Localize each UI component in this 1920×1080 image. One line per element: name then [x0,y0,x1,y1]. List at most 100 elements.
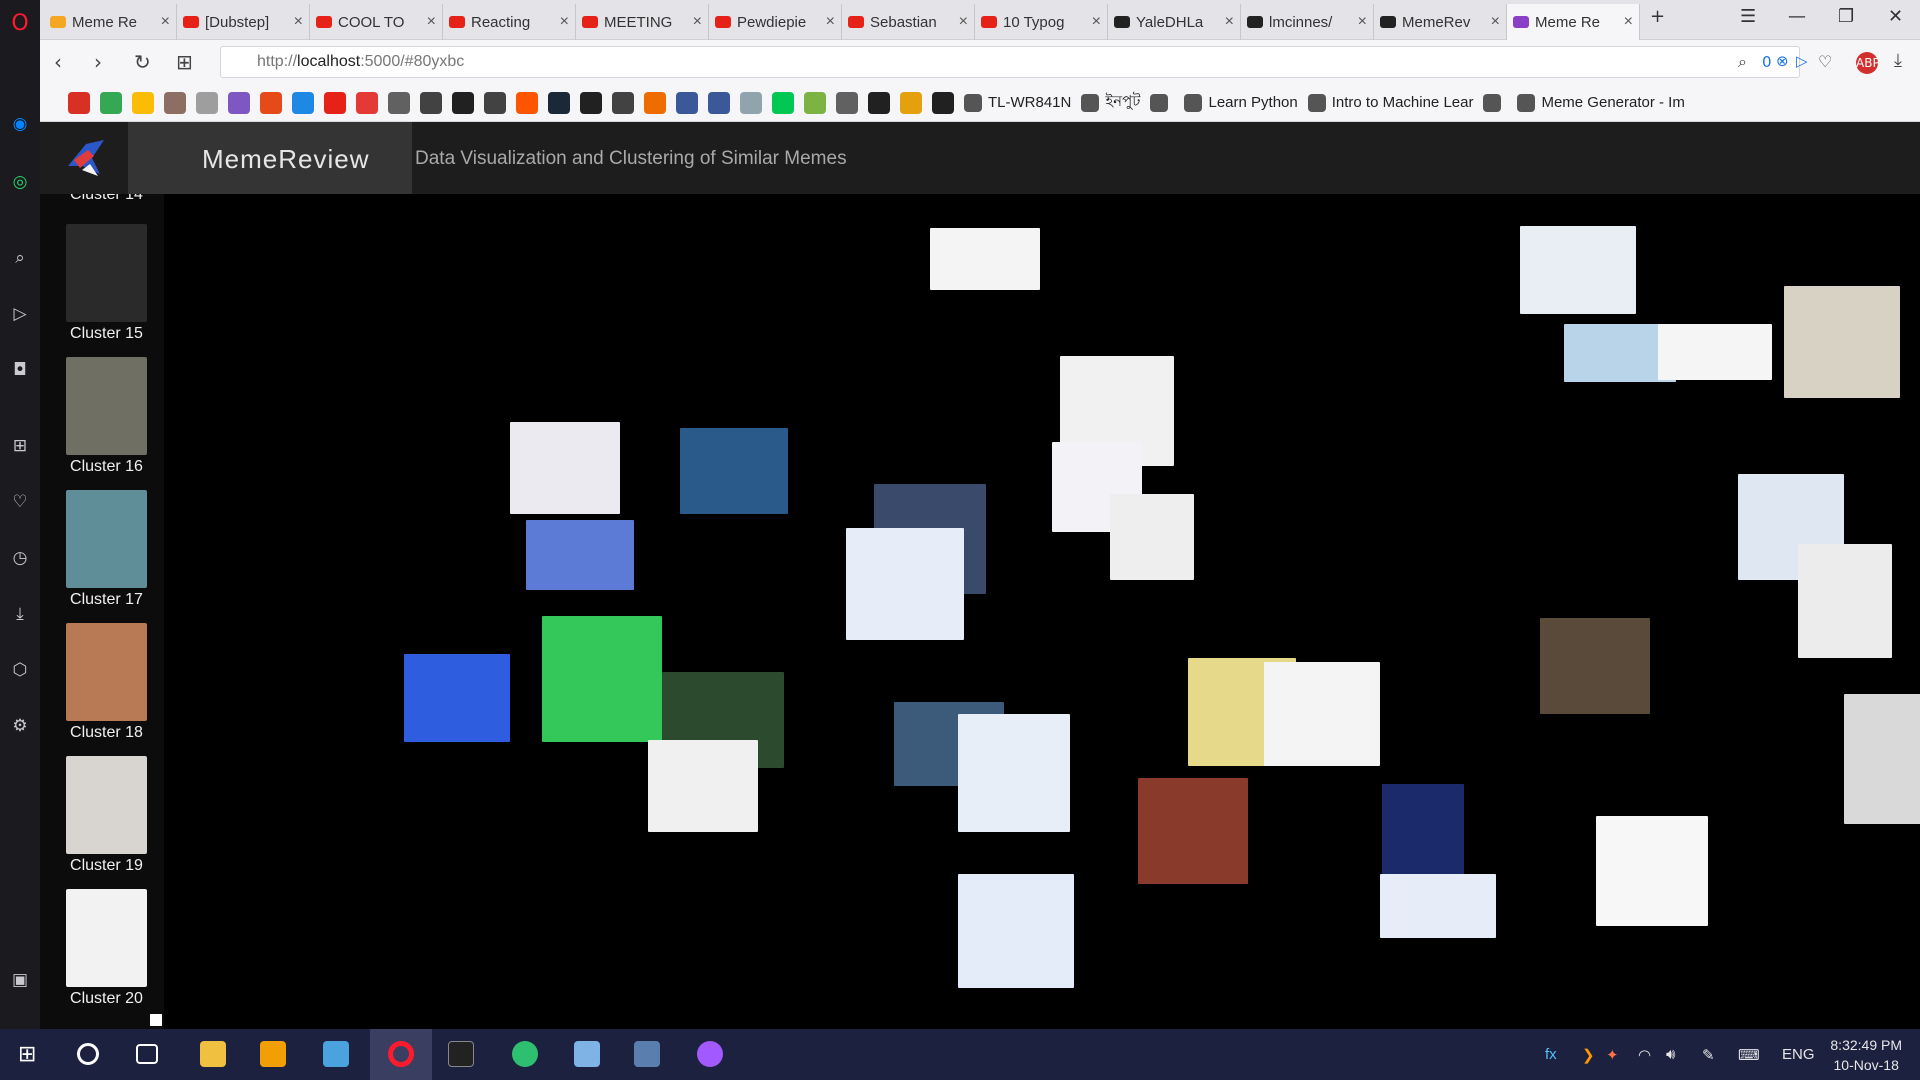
cluster-item[interactable]: Cluster 17 [66,490,147,609]
meme-thumbnail-chat-screenshot[interactable] [1798,544,1892,658]
tab-close-icon[interactable]: × [427,13,436,31]
cortana-icon[interactable] [77,1043,99,1065]
wifi-icon[interactable]: ◠ [1638,1046,1651,1064]
chevron-icon[interactable]: ❯ [1582,1046,1595,1064]
cluster-thumbnail[interactable] [66,224,147,322]
cluster-thumbnail[interactable] [66,889,147,987]
extensions-icon[interactable]: ⬡ [8,658,32,682]
tab[interactable]: Pewdiepie × [709,4,842,40]
bookmark-link[interactable]: Learn Python [1184,93,1298,112]
tab[interactable]: 10 Typog × [975,4,1108,40]
pen-icon[interactable]: ✎ [1702,1046,1715,1064]
tab-close-icon[interactable]: × [1624,13,1633,31]
system-clock[interactable]: 8:32:49 PM 10-Nov-18 [1830,1035,1902,1075]
tab[interactable]: Reacting × [443,4,576,40]
bookmark-link[interactable]: TL-WR841N [964,93,1071,112]
m-icon[interactable] [356,91,378,114]
bookmark-link[interactable] [1150,93,1174,112]
meme-thumbnail-blockbuster-meme[interactable] [510,422,620,514]
terminal-icon[interactable] [448,1041,474,1067]
close-window-icon[interactable]: ✕ [1888,6,1903,27]
tab[interactable]: Meme Re × [44,4,177,40]
metamask-icon[interactable]: ✦ [1606,1046,1619,1064]
tab[interactable]: lmcinnes/ × [1241,4,1374,40]
psd-icon[interactable] [452,91,474,114]
steam-icon[interactable] [548,91,570,114]
bookmark-link[interactable]: Intro to Machine Lear [1307,93,1473,112]
maximize-icon[interactable]: ❐ [1838,6,1854,27]
back-icon[interactable]: ‹ [54,50,62,74]
photos-taskbar-icon[interactable] [574,1041,600,1067]
meme-thumbnail-chat-screenshot[interactable] [846,528,964,640]
inkscape-icon[interactable] [388,91,410,114]
memereview-logo-icon[interactable] [64,136,108,180]
file-explorer-icon[interactable] [200,1041,226,1067]
tab-close-icon[interactable]: × [1225,13,1234,31]
meme-thumbnail-chat-screenshot[interactable] [1380,874,1496,938]
star-icon[interactable] [836,91,858,114]
tab[interactable]: MemeRev × [1374,4,1507,40]
unity-icon[interactable] [580,91,602,114]
zoom-icon[interactable]: ⌕ [1738,52,1747,72]
soundcloud-icon[interactable] [516,91,538,114]
meme-thumbnail-google-screenshot[interactable] [930,228,1040,290]
opera-taskbar-active[interactable] [370,1029,432,1080]
whatsapp-icon[interactable]: ◎ [8,170,32,194]
messenger-icon[interactable]: ◉ [8,112,32,136]
meme-thumbnail-face-photo-meme[interactable] [1540,618,1650,714]
tab-close-icon[interactable]: × [560,13,569,31]
camera-icon[interactable]: ◘ [8,358,32,382]
meme-thumbnail-chat-screenshot[interactable] [958,714,1070,832]
settings-icon[interactable]: ⚙ [8,714,32,738]
bookmark-link[interactable]: ইনপুট [1081,90,1140,115]
tab-close-icon[interactable]: × [693,13,702,31]
cluster-thumbnail[interactable] [66,490,147,588]
meme-thumbnail-orange-card-meme[interactable] [680,428,788,514]
meme-thumbnail-usb-meme[interactable] [526,520,634,590]
j-icon[interactable] [228,91,250,114]
tab[interactable]: Sebastian × [842,4,975,40]
cluster-item[interactable]: Cluster 20 [66,889,147,1008]
reload-icon[interactable]: ↻ [134,50,151,74]
meme-thumbnail-score-100-chat[interactable] [958,874,1074,988]
media-player-icon[interactable] [260,1041,286,1067]
t-icon[interactable] [292,91,314,114]
windows-start-icon[interactable]: ⊞ [18,1041,44,1067]
adblock-icon[interactable]: ⊗ [1776,52,1789,70]
atom-icon[interactable] [512,1041,538,1067]
meme-thumbnail-this-is-high-meme[interactable] [1784,286,1900,398]
opera-logo-icon[interactable]: O [8,12,32,36]
tab-close-icon[interactable]: × [1358,13,1367,31]
adblock-count[interactable]: 0 [1762,53,1772,71]
keyboard-icon[interactable]: ⌨ [1738,1046,1760,1064]
download-icon[interactable]: ⤓ [8,602,32,626]
abp-icon[interactable]: ABP [1856,52,1880,74]
meme-thumbnail-security-question-meme[interactable] [1596,816,1708,926]
share-icon[interactable]: ▷ [1796,52,1808,70]
cluster-item[interactable]: Cluster 15 [66,224,147,343]
bookmark-link[interactable]: Meme Generator - Im [1517,93,1685,112]
a-icon[interactable] [420,91,442,114]
meme-thumbnail-tweet-screenshot[interactable] [1658,324,1772,380]
tab-close-icon[interactable]: × [294,13,303,31]
sidebar-toggle-icon[interactable]: ▣ [8,968,32,992]
s-icon[interactable] [868,91,890,114]
history-icon[interactable]: ◷ [8,546,32,570]
tab-close-icon[interactable]: × [826,13,835,31]
control-panel-icon[interactable] [323,1041,349,1067]
cloud-icon[interactable] [740,91,762,114]
meme-scatter-canvas[interactable] [164,194,1920,1029]
language-indicator[interactable]: ENG [1782,1046,1815,1063]
facebook-icon[interactable] [708,91,730,114]
meme-thumbnail-chat-screenshot[interactable] [1264,662,1380,766]
drive-icon[interactable] [100,91,122,114]
meme-thumbnail-explosion-100-meme[interactable] [1138,778,1248,884]
tab-menu-icon[interactable]: ☰ [1740,6,1756,27]
avatar-icon[interactable] [164,91,186,114]
plex-icon[interactable] [900,91,922,114]
cluster-thumbnail[interactable] [66,756,147,854]
pause-icon[interactable] [932,91,954,114]
bookmark-heart-icon[interactable]: ♡ [1818,52,1832,71]
cluster-item[interactable]: Cluster 19 [66,756,147,875]
new-tab-icon[interactable]: + [1650,6,1665,27]
